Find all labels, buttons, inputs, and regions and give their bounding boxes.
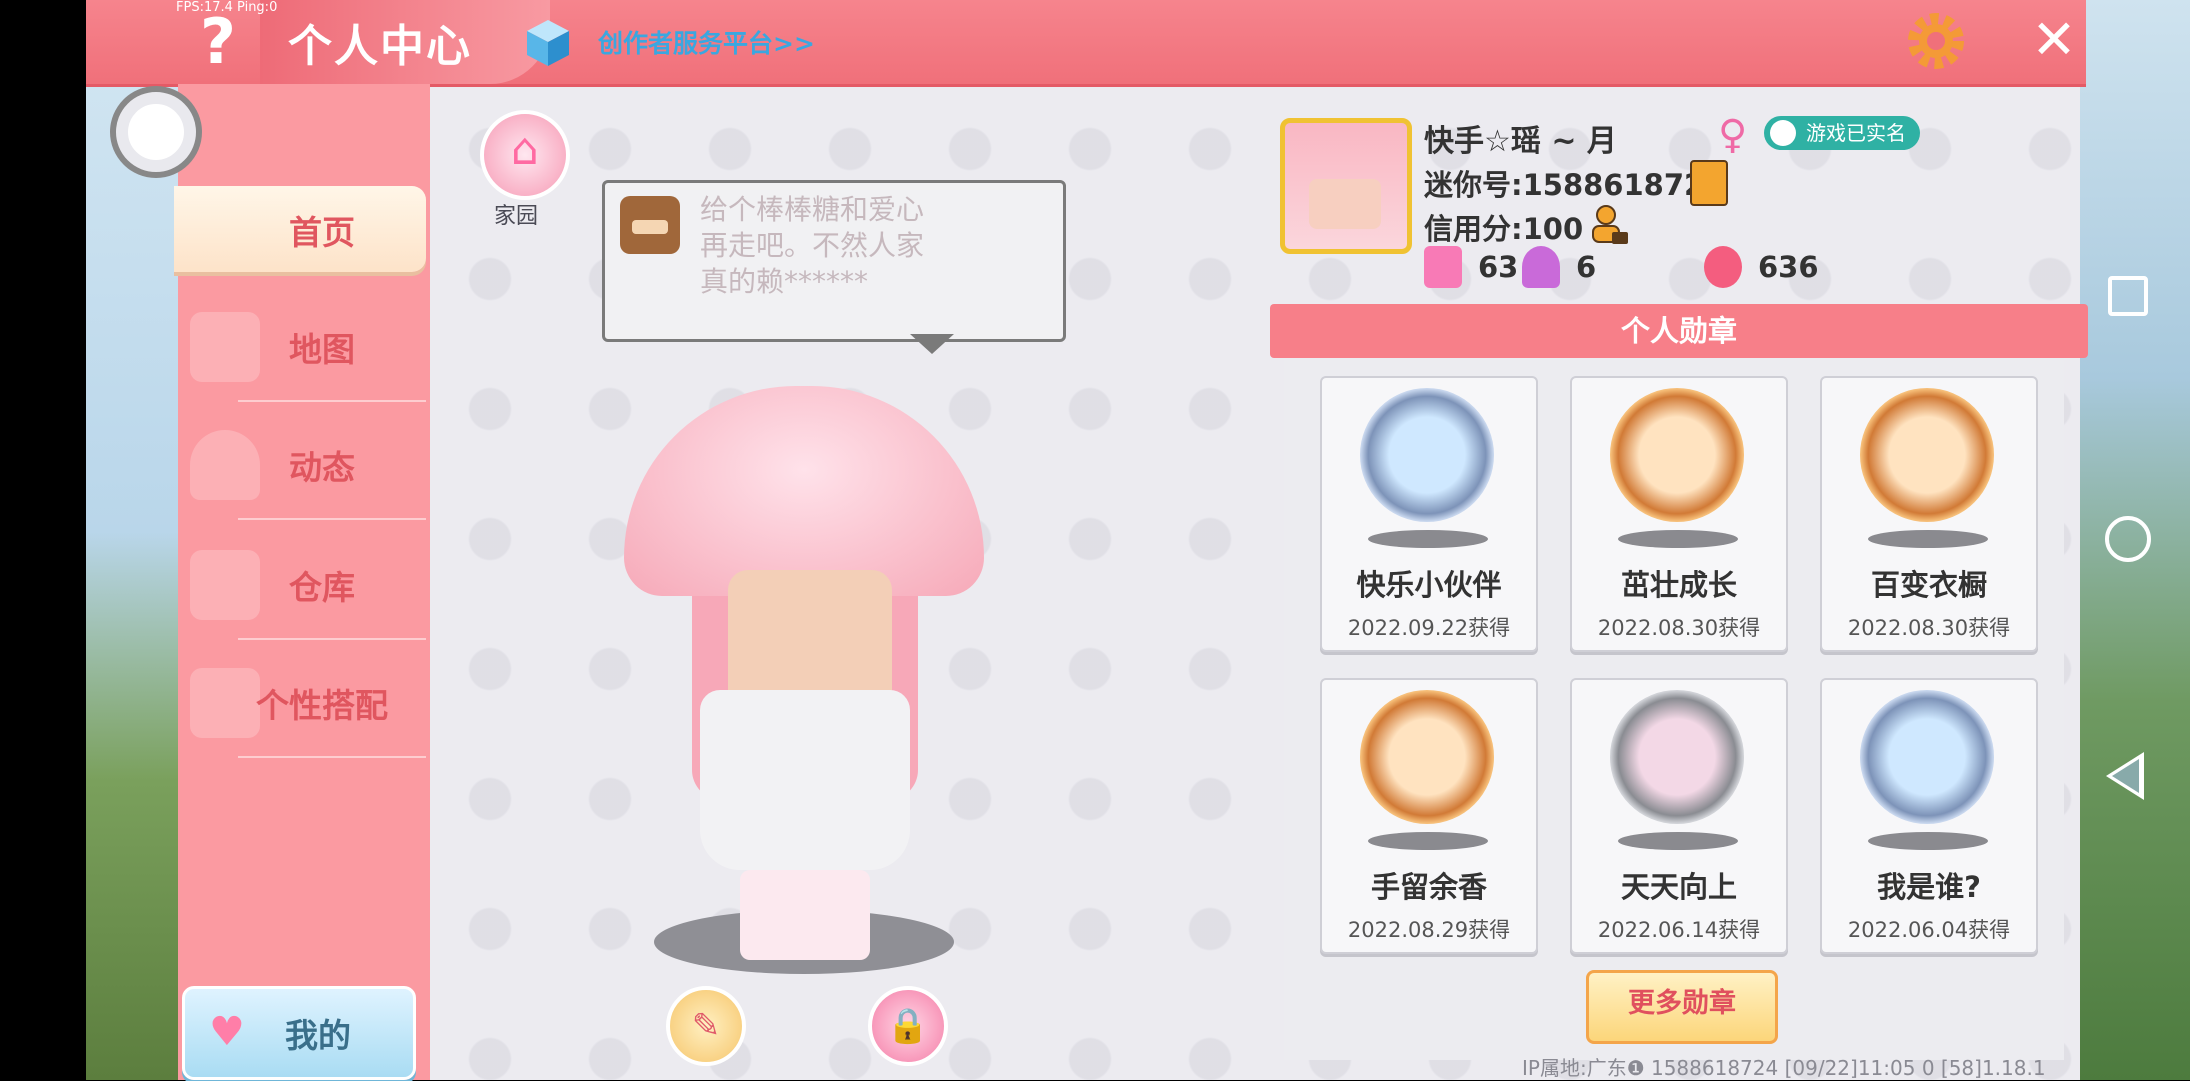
cube-icon bbox=[525, 18, 571, 68]
medal-name: 茁壮成长 bbox=[1620, 568, 1737, 602]
medal-name: 我是谁? bbox=[1877, 870, 1981, 904]
divider bbox=[238, 400, 426, 402]
house-icon: ⌂ bbox=[511, 124, 539, 175]
plus-flag-icon bbox=[1424, 246, 1462, 288]
medal-name: 快乐小伙伴 bbox=[1356, 568, 1502, 602]
home-label: 家园 bbox=[494, 204, 539, 229]
medal-name: 手留余香 bbox=[1370, 870, 1487, 904]
stat-value: 63 bbox=[1478, 250, 1519, 284]
medal-date: 2022.09.22获得 bbox=[1347, 616, 1511, 640]
creator-platform-link[interactable]: 创作者服务平台>> bbox=[598, 24, 815, 60]
stat-value: 6 bbox=[1576, 250, 1597, 284]
medal-date: 2022.06.14获得 bbox=[1597, 918, 1761, 942]
credit-user-icon[interactable] bbox=[1590, 204, 1630, 246]
medal-date: 2022.08.30获得 bbox=[1847, 616, 2011, 640]
divider bbox=[238, 756, 426, 758]
more-medals-button[interactable]: 更多勋章 bbox=[1586, 970, 1778, 1044]
realname-verified-badge: 游戏已实名 bbox=[1764, 116, 1920, 150]
divider bbox=[238, 638, 426, 640]
help-icon[interactable]: ? bbox=[190, 8, 246, 76]
lock-button[interactable]: 🔒 bbox=[868, 986, 948, 1066]
medal-card[interactable]: 我是谁? 2022.06.04获得 bbox=[1820, 678, 2038, 954]
heart-icon: ♥ bbox=[209, 1009, 245, 1055]
home-circle-icon[interactable] bbox=[2105, 516, 2151, 562]
mini-id: 迷你号:1588618724 bbox=[1424, 168, 1725, 202]
sidebar-item-label: 首页 bbox=[289, 213, 355, 252]
sidebar-item-feed[interactable]: 动态 bbox=[178, 410, 426, 520]
footer-info: IP属地:广东❶ 1588618724 [09/22]11:05 0 [58]1… bbox=[1522, 1056, 2046, 1080]
sidebar-item-label: 动态 bbox=[289, 448, 355, 487]
medal-name: 百变衣橱 bbox=[1870, 568, 1987, 602]
medal-icon bbox=[1360, 690, 1494, 824]
bubble-avatar-icon bbox=[620, 196, 680, 254]
sidebar-item-label: 个性搭配 bbox=[256, 686, 388, 725]
character-legs bbox=[740, 870, 870, 960]
medal-stand bbox=[1368, 530, 1488, 548]
medal-date: 2022.06.04获得 bbox=[1847, 918, 2011, 942]
profile-avatar[interactable] bbox=[1280, 118, 1412, 254]
medal-card[interactable]: 快乐小伙伴 2022.09.22获得 bbox=[1320, 376, 1538, 652]
female-gender-icon: ♀ bbox=[1718, 112, 1748, 158]
sidebar-item-label: 地图 bbox=[289, 330, 355, 369]
sidebar-item-style[interactable]: 个性搭配 bbox=[178, 648, 426, 758]
nickname: 快手☆瑶 ~ 月 bbox=[1424, 124, 1617, 159]
copy-icon[interactable] bbox=[1690, 160, 1728, 206]
character-face bbox=[728, 570, 892, 710]
sidebar-item-home[interactable]: 首页 bbox=[174, 182, 426, 292]
speech-bubble-tail bbox=[910, 334, 954, 354]
medals-header: 个人勋章 bbox=[1270, 304, 2088, 358]
character-dress bbox=[700, 690, 910, 870]
medal-card[interactable]: 茁壮成长 2022.08.30获得 bbox=[1570, 376, 1788, 652]
medal-card[interactable]: 天天向上 2022.06.14获得 bbox=[1570, 678, 1788, 954]
medal-stand bbox=[1618, 832, 1738, 850]
page-title: 个人中心 bbox=[288, 21, 472, 72]
medal-card[interactable]: 手留余香 2022.08.29获得 bbox=[1320, 678, 1538, 954]
recent-apps-icon[interactable] bbox=[2108, 276, 2148, 316]
medal-icon bbox=[1860, 388, 1994, 522]
medal-stand bbox=[1618, 530, 1738, 548]
medal-card[interactable]: 百变衣橱 2022.08.30获得 bbox=[1820, 376, 2038, 652]
back-triangle-icon[interactable] bbox=[2106, 752, 2144, 800]
cheer-icon bbox=[1522, 246, 1560, 288]
my-button-label: 我的 bbox=[285, 1016, 351, 1055]
close-icon[interactable]: ✕ bbox=[2028, 13, 2080, 67]
medal-stand bbox=[1868, 832, 1988, 850]
home-button[interactable]: ⌂ bbox=[480, 110, 570, 200]
pencil-icon: ✎ bbox=[691, 1006, 721, 1046]
edit-button[interactable]: ✎ bbox=[666, 986, 746, 1066]
floating-overlay-button[interactable] bbox=[116, 92, 196, 172]
medal-date: 2022.08.29获得 bbox=[1347, 918, 1511, 942]
stat-value: 636 bbox=[1758, 250, 1819, 284]
medal-stand bbox=[1368, 832, 1488, 850]
medal-icon bbox=[1610, 388, 1744, 522]
sidebar-item-label: 仓库 bbox=[289, 568, 355, 607]
lock-icon: 🔒 bbox=[886, 1006, 930, 1046]
medal-name: 天天向上 bbox=[1620, 870, 1737, 904]
gear-icon[interactable] bbox=[1905, 10, 1967, 72]
sidebar-item-storage[interactable]: 仓库 bbox=[178, 530, 426, 640]
speech-bubble-text: 给个棒棒糖和爱心再走吧。不然人家真的赖****** bbox=[700, 193, 925, 298]
divider bbox=[238, 518, 426, 520]
left-letterbox bbox=[0, 0, 86, 1080]
medal-icon bbox=[1860, 690, 1994, 824]
sidebar-item-map[interactable]: 地图 bbox=[178, 292, 426, 402]
medal-icon bbox=[1360, 388, 1494, 522]
medal-stand bbox=[1868, 530, 1988, 548]
medal-icon bbox=[1610, 690, 1744, 824]
medal-date: 2022.08.30获得 bbox=[1597, 616, 1761, 640]
flame-icon bbox=[1704, 246, 1742, 288]
credit-score: 信用分:100 bbox=[1424, 212, 1584, 246]
my-button[interactable]: ♥ 我的 bbox=[182, 986, 416, 1080]
game-scenery-left bbox=[86, 84, 178, 1080]
